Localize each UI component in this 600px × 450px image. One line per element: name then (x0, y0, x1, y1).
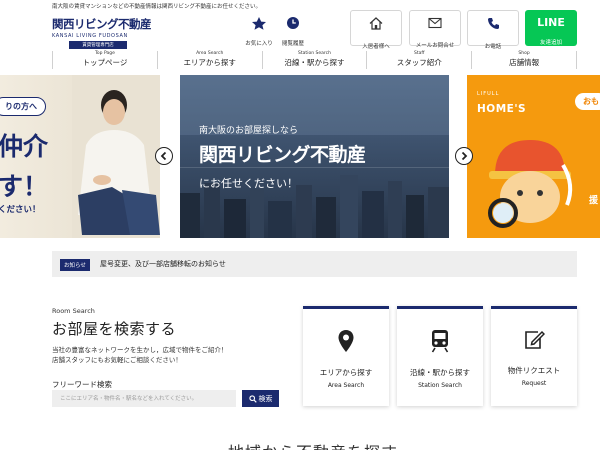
slide-main-brand: 関西リビング不動産 (199, 144, 366, 166)
history-link[interactable]: 閲覧履歴 (276, 16, 310, 49)
nav-item-shop[interactable]: Shop 店舗情報 (471, 51, 577, 69)
slide-left-heading-2: す！ (0, 172, 49, 201)
card-subtitle: Station Search (418, 382, 462, 389)
logo-main-text: 関西リビング不動産 (52, 17, 152, 31)
free-word-label: フリーワード検索 (52, 380, 112, 389)
nav-item-station[interactable]: Station Search 沿線・駅から探す (261, 51, 367, 69)
global-nav: Top Page トップページ Area Search エリアから探す Stat… (52, 51, 577, 69)
slider-prev-button[interactable] (155, 147, 173, 165)
property-request-card[interactable]: 物件リクエスト Request (491, 306, 577, 406)
search-button[interactable]: 検索 (242, 390, 279, 407)
card-subtitle: Area Search (327, 382, 365, 389)
area-search-card[interactable]: エリアから探す Area Search (303, 306, 389, 406)
logo-en-text: KANSAI LIVING FUDOSAN (52, 33, 128, 39)
chevron-right-icon (461, 151, 468, 161)
nav-item-jp: エリアから探す (183, 58, 236, 67)
slide-main-line1: 南大阪のお部屋探しなら (199, 126, 299, 136)
house-icon (369, 17, 383, 30)
tenant-label: 入居者様へ (362, 44, 390, 50)
search-button-label: 検索 (258, 394, 273, 403)
site-tagline: 南大阪の賃貸マンションなどの不動産情報は関西リビング不動産にお任せください。 (52, 4, 262, 10)
room-search-desc-line1: 当社の豊富なネットワークを生かし，広域で物件をご紹介！ (52, 346, 228, 354)
logo-sub-text: 賃貸管理専門店 (69, 41, 127, 49)
room-search-desc-line2: 店舗スタッフにもお気軽にご相談ください！ (52, 356, 182, 364)
star-icon (252, 17, 266, 30)
news-text[interactable]: 屋号変更、及び一部店舗移転のお知らせ (100, 259, 226, 269)
history-label: 閲覧履歴 (281, 41, 304, 47)
line-label: 友達追加 (539, 40, 562, 46)
slider-next-button[interactable] (455, 147, 473, 165)
lifull-text: LIFULL (477, 91, 500, 97)
staff-photo (72, 75, 160, 238)
mail-label: メールお問合せ (415, 43, 455, 49)
nav-item-staff[interactable]: Staff スタッフ紹介 (366, 51, 471, 69)
favorites-link[interactable]: お気に入り (242, 16, 276, 49)
nav-item-jp: スタッフ紹介 (396, 58, 442, 67)
lifull-side-text: 援 (589, 196, 599, 206)
homes-text: HOME'S (477, 103, 527, 115)
hero-slider: りの方へ 仲介 す！ ください！ 南大阪のお部屋探しなら 関西リビング不動産 に… (0, 75, 600, 238)
phone-icon (487, 18, 499, 29)
nav-item-jp: 店舗情報 (509, 58, 540, 67)
site-logo[interactable]: 関西リビング不動産 KANSAI LIVING FUDOSAN 賃貸管理専門店 (52, 16, 152, 49)
phone-label: お電話 (484, 44, 502, 50)
slide-banner-left[interactable]: りの方へ 仲介 す！ ください！ (0, 75, 160, 238)
card-subtitle: Request (521, 380, 547, 387)
card-title: 物件リクエスト (507, 366, 561, 375)
favorites-label: お気に入り (245, 41, 273, 47)
clock-icon (287, 17, 299, 29)
news-badge: お知らせ (60, 259, 90, 271)
card-title: 沿線・駅から探す (410, 368, 470, 377)
tenant-button[interactable]: 入居者様へ (350, 10, 402, 50)
slide-banner-lifull[interactable]: LIFULL HOME'S おも 援 (467, 75, 600, 238)
room-search-title: お部屋を検索する (52, 320, 177, 338)
nav-item-jp: 沿線・駅から探す (284, 58, 345, 67)
line-add-friend-button[interactable]: LINE 友達追加 (525, 10, 577, 46)
room-search-en: Room Search (52, 307, 95, 315)
room-search-desc: 当社の豊富なネットワークを生かし，広域で物件をご紹介！ 店舗スタッフにもお気軽に… (52, 345, 228, 365)
slide-banner-main[interactable]: 南大阪のお部屋探しなら 関西リビング不動産 にお任せください！ (180, 75, 449, 238)
mail-inquiry-button[interactable]: メールお問合せ (409, 10, 461, 49)
news-bar[interactable]: お知らせ 屋号変更、及び一部店舗移転のお知らせ (52, 251, 577, 277)
lifull-pill: おも (575, 93, 600, 110)
mail-icon (428, 17, 442, 29)
nav-item-area[interactable]: Area Search エリアから探す (156, 51, 262, 69)
line-title: LINE (537, 16, 565, 29)
train-icon (431, 330, 449, 353)
search-icon (248, 394, 257, 403)
free-word-search-input[interactable] (52, 390, 236, 407)
region-search-heading: 地域から不動産を探す (228, 439, 398, 450)
map-pin-icon (338, 330, 354, 352)
phone-button[interactable]: お電話 (467, 10, 519, 50)
card-title: エリアから探す (319, 368, 373, 377)
slide-left-subtext: ください！ (0, 205, 41, 215)
edit-icon (525, 330, 545, 349)
slide-main-line3: にお任せください！ (199, 177, 298, 190)
station-search-card[interactable]: 沿線・駅から探す Station Search (397, 306, 483, 406)
slide-left-ribbon: りの方へ (0, 97, 46, 116)
mascot-image (488, 140, 573, 228)
nav-item-top[interactable]: Top Page トップページ (52, 51, 157, 69)
nav-item-jp: トップページ (82, 58, 128, 67)
slide-left-heading: 仲介 (0, 132, 49, 161)
chevron-left-icon (160, 151, 167, 161)
lifull-homes-logo: LIFULL HOME'S (477, 91, 526, 116)
